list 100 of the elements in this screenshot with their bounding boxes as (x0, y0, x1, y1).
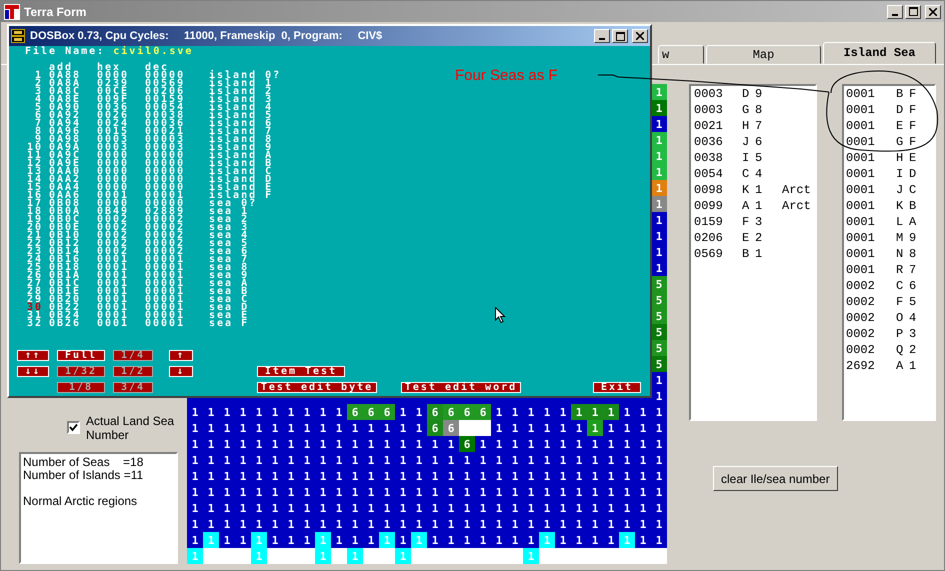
table-cell: 0A8E (49, 96, 82, 104)
list-cell-text: 0001 (846, 247, 876, 261)
table-cell: sea B (209, 288, 250, 296)
map-cell[interactable]: 6 (347, 404, 363, 420)
map-cell[interactable]: 6 (427, 420, 443, 436)
maximize-button[interactable] (612, 29, 628, 43)
map-cell[interactable] (203, 548, 219, 564)
map-cell[interactable]: 1 (651, 196, 667, 212)
table-cell: sea F (209, 320, 250, 328)
maximize-icon (616, 32, 624, 40)
dos-button[interactable]: Exit (593, 382, 641, 393)
dos-button[interactable]: ↓ (169, 366, 193, 377)
tab[interactable]: Map (706, 45, 821, 64)
row-number: 2 (34, 80, 44, 88)
list-cell-text: K (742, 183, 750, 197)
map-cell[interactable]: 1 (587, 404, 603, 420)
table-cell: 0B0A (49, 208, 82, 216)
map-cell[interactable]: 5 (651, 340, 667, 356)
map-cell[interactable] (411, 548, 427, 564)
list-cell-text: 0001 (846, 135, 876, 149)
map-cell[interactable] (475, 420, 491, 436)
map-cell[interactable]: 6 (363, 404, 379, 420)
dos-button[interactable]: ↑ (169, 350, 193, 361)
dos-button[interactable]: Full (57, 350, 105, 361)
map-cell[interactable] (379, 548, 395, 564)
map-cell[interactable] (235, 548, 251, 564)
map-cell[interactable] (507, 548, 523, 564)
table-cell: 0A96 (49, 128, 82, 136)
clear-button[interactable]: clear Ile/sea number (713, 466, 838, 491)
table-cell: 00000 (145, 160, 186, 168)
table-cell: 0036 (97, 104, 130, 112)
map-cell[interactable]: 1 (651, 100, 667, 116)
map-cell[interactable] (299, 548, 315, 564)
table-cell: 0001 (97, 320, 130, 328)
map-cell[interactable]: 6 (443, 404, 459, 420)
table-cell: 0000 (97, 168, 130, 176)
table-cell: 0001 (97, 312, 130, 320)
map-cell[interactable] (539, 548, 555, 564)
table-cell: 0002 (97, 240, 130, 248)
dos-button[interactable]: ↑↑ (17, 350, 49, 361)
table-cell: island 2 (209, 88, 274, 96)
table-cell: 0B0C (49, 216, 82, 224)
dos-button[interactable]: Test edit byte (257, 382, 377, 393)
map-cell[interactable] (459, 420, 475, 436)
minimize-button[interactable] (887, 4, 903, 18)
table-cell: 00206 (145, 88, 186, 96)
map-cell[interactable]: 6 (443, 420, 459, 436)
table-cell: 0003 (97, 136, 130, 144)
map-cell[interactable]: 5 (651, 276, 667, 292)
table-cell: 00159 (145, 96, 186, 104)
list-cell: 3 (909, 327, 916, 341)
list-cell: F (909, 119, 916, 133)
table-cell: 0000 (97, 176, 130, 184)
dos-button[interactable]: ↓↓ (17, 366, 49, 377)
map-cell[interactable]: 5 (651, 324, 667, 340)
close-icon (636, 32, 644, 40)
table-cell: sea E (209, 312, 250, 320)
map-cell[interactable] (363, 548, 379, 564)
table-cell: 0239 (97, 80, 130, 88)
list-cell-text: 0054 (694, 167, 724, 181)
tab[interactable]: Island Sea (823, 42, 936, 64)
map-cell[interactable] (651, 548, 667, 564)
table-cell: island 8 (209, 136, 274, 144)
table-cell: 02889 (145, 208, 186, 216)
close-button[interactable] (925, 4, 941, 18)
table-cell: sea 3 (209, 224, 250, 232)
map-cell[interactable] (267, 548, 283, 564)
table-cell: 0002 (97, 232, 130, 240)
checkbox[interactable] (67, 421, 80, 434)
tab[interactable]: w (658, 45, 704, 64)
maximize-button[interactable] (905, 4, 921, 18)
map-cell[interactable]: 5 (651, 292, 667, 308)
table-cell: 0001 (97, 264, 130, 272)
list-cell-text: J (896, 183, 904, 197)
map-cell[interactable]: 1 (571, 404, 587, 420)
table-cell: sea 9 (209, 272, 250, 280)
map-cell[interactable]: 5 (651, 308, 667, 324)
map-cell[interactable]: 5 (651, 356, 667, 372)
table-cell: 0026 (97, 112, 130, 120)
map-cell[interactable] (331, 548, 347, 564)
list-cell: 5 (909, 295, 916, 309)
list-cell-text: L (896, 215, 904, 229)
table-cell: 0001 (97, 280, 130, 288)
close-button[interactable] (632, 29, 648, 43)
map-cell[interactable]: 6 (475, 404, 491, 420)
map-cell[interactable]: 1 (603, 404, 619, 420)
minimize-button[interactable] (594, 29, 610, 43)
table-cell: 0AA2 (49, 176, 82, 184)
table-cell: 0AA4 (49, 184, 82, 192)
dos-button[interactable]: Test edit word (401, 382, 521, 393)
list-cell-text: 0021 (694, 119, 724, 133)
dos-button[interactable]: Item Test (257, 366, 345, 377)
list-cell: 1 (909, 359, 916, 373)
map-cell[interactable]: 6 (459, 436, 475, 452)
table-cell: sea 7 (209, 256, 250, 264)
map-cell[interactable]: 6 (459, 404, 475, 420)
map-cell[interactable]: 6 (427, 404, 443, 420)
map-cell[interactable]: 6 (379, 404, 395, 420)
map-cell[interactable]: 1 (587, 420, 603, 436)
table-cell: island 7 (209, 128, 274, 136)
